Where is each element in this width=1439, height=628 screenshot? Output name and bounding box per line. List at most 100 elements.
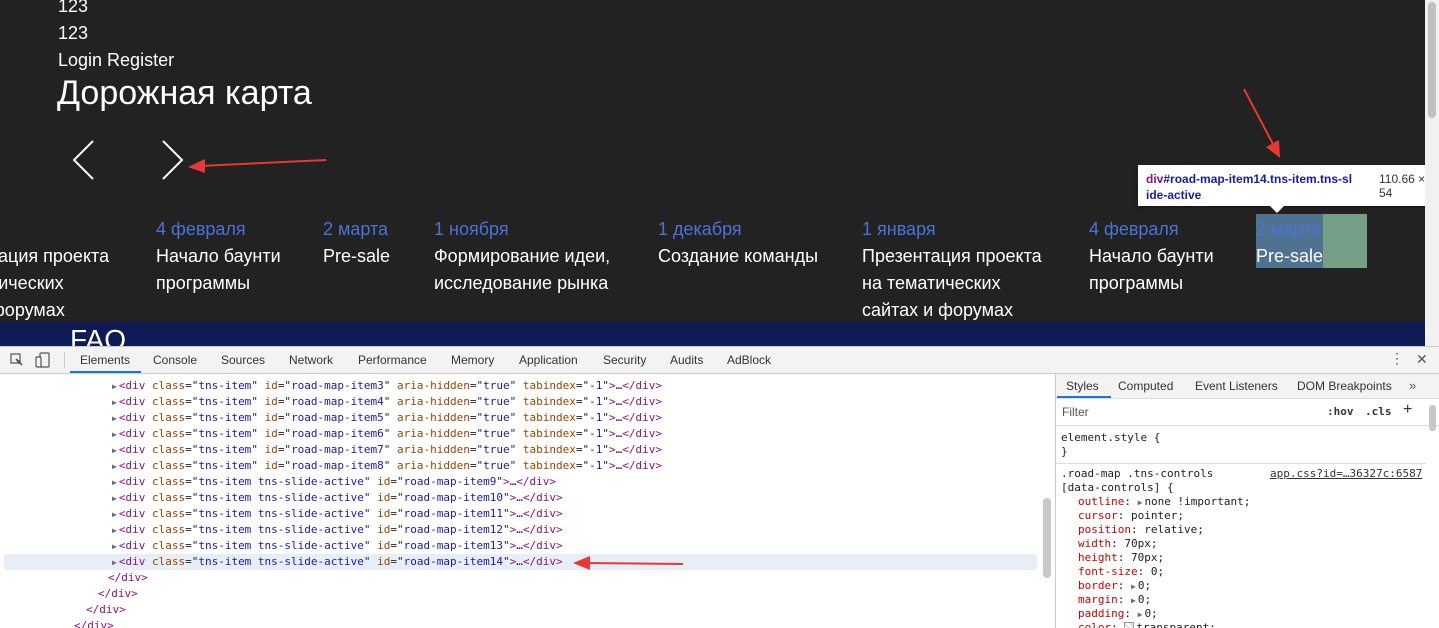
- styles-scrollbar[interactable]: [1429, 405, 1436, 431]
- expand-triangle-icon[interactable]: ▶: [112, 526, 117, 535]
- css-declaration[interactable]: width: 70px;: [1078, 537, 1158, 551]
- css-value[interactable]: none !important;: [1144, 495, 1250, 508]
- expand-triangle-icon[interactable]: ▶: [112, 542, 117, 551]
- new-rule-button[interactable]: +: [1403, 401, 1412, 419]
- elements-scrollbar[interactable]: [1043, 498, 1051, 578]
- tab-security[interactable]: Security: [603, 353, 646, 367]
- page-scrollbar[interactable]: [1425, 0, 1439, 346]
- hover-state-toggle[interactable]: :hov: [1327, 405, 1354, 418]
- expand-triangle-icon[interactable]: ▶: [112, 414, 117, 423]
- css-declaration[interactable]: outline: ▶ none !important;: [1078, 495, 1250, 510]
- dom-node-row[interactable]: ▶ <div class="tns-item tns-slide-active" …: [112, 522, 563, 538]
- css-property[interactable]: margin: [1078, 593, 1118, 606]
- dom-node-row[interactable]: ▶ <div class="tns-item tns-slide-active" …: [112, 506, 563, 522]
- closing-tag[interactable]: </div>: [108, 570, 148, 586]
- dom-node-row[interactable]: ▶ <div class="tns-item tns-slide-active" …: [112, 554, 563, 570]
- expand-triangle-icon[interactable]: ▶: [112, 478, 117, 487]
- css-declaration[interactable]: position: relative;: [1078, 523, 1204, 537]
- css-value[interactable]: pointer;: [1131, 509, 1184, 522]
- tab-adblock[interactable]: AdBlock: [727, 353, 771, 367]
- attr-value: true: [483, 443, 510, 456]
- next-slide-button[interactable]: [150, 138, 194, 182]
- tab-sources[interactable]: Sources: [221, 353, 265, 367]
- punct: ": [503, 491, 510, 504]
- css-value[interactable]: 70px;: [1131, 551, 1164, 564]
- expand-triangle-icon[interactable]: ▶: [112, 430, 117, 439]
- css-property[interactable]: font-size: [1078, 565, 1138, 578]
- css-declaration[interactable]: padding: ▶ 0;: [1078, 607, 1158, 622]
- color-swatch-icon[interactable]: [1124, 622, 1135, 628]
- css-value[interactable]: 0;: [1151, 565, 1164, 578]
- css-declaration[interactable]: height: 70px;: [1078, 551, 1164, 565]
- tab-performance[interactable]: Performance: [358, 353, 427, 367]
- dom-node-row[interactable]: ▶ <div class="tns-item" id="road-map-item…: [112, 410, 662, 426]
- auth-links[interactable]: Login Register: [58, 50, 174, 71]
- dom-node-row[interactable]: ▶ <div class="tns-item" id="road-map-item…: [112, 442, 662, 458]
- css-declaration[interactable]: border: ▶ 0;: [1078, 579, 1151, 594]
- css-property[interactable]: cursor: [1078, 509, 1118, 522]
- expand-triangle-icon[interactable]: ▶: [112, 462, 117, 471]
- slide-description: тических: [0, 273, 64, 293]
- class-toggle[interactable]: .cls: [1365, 405, 1392, 418]
- device-toolbar-icon[interactable]: [35, 352, 51, 368]
- css-value[interactable]: 70px;: [1124, 537, 1157, 550]
- rule-source-link[interactable]: app.css?id=…36327c:6587: [1270, 467, 1422, 481]
- dom-node-row[interactable]: ▶ <div class="tns-item" id="road-map-item…: [112, 394, 662, 410]
- punct: =": [390, 539, 404, 552]
- expand-triangle-icon[interactable]: ▶: [112, 398, 117, 407]
- css-property[interactable]: padding: [1078, 607, 1124, 620]
- close-icon[interactable]: ✕: [1416, 351, 1428, 368]
- attr-name: id: [377, 555, 391, 568]
- closing-tag[interactable]: </div>: [98, 586, 138, 602]
- styles-tab-event-listeners[interactable]: Event Listeners: [1195, 379, 1278, 393]
- dom-node-row[interactable]: ▶ <div class="tns-item" id="road-map-item…: [112, 426, 662, 442]
- css-value[interactable]: 0;: [1144, 607, 1157, 620]
- expand-triangle-icon[interactable]: ▶: [112, 494, 117, 503]
- attr-name: tabindex: [516, 379, 576, 392]
- css-property[interactable]: width: [1078, 537, 1111, 550]
- tab-application[interactable]: Application: [519, 353, 578, 367]
- css-property[interactable]: position: [1078, 523, 1131, 536]
- expand-triangle-icon[interactable]: ▶: [112, 382, 117, 391]
- page-scroll-thumb[interactable]: [1428, 2, 1436, 118]
- dom-node-row[interactable]: ▶ <div class="tns-item" id="road-map-item…: [112, 458, 662, 474]
- styles-tab-styles[interactable]: Styles: [1066, 379, 1099, 393]
- dom-node-row[interactable]: ▶ <div class="tns-item" id="road-map-item…: [112, 378, 662, 394]
- expand-shorthand-icon[interactable]: ▶: [1138, 498, 1143, 507]
- dom-node-row[interactable]: ▶ <div class="tns-item tns-slide-active" …: [112, 474, 556, 490]
- expand-triangle-icon[interactable]: ▶: [112, 558, 117, 567]
- styles-filter-input[interactable]: [1060, 402, 1314, 422]
- expand-shorthand-icon[interactable]: ▶: [1131, 582, 1136, 591]
- tag-end: </div>: [522, 539, 563, 552]
- tab-memory[interactable]: Memory: [451, 353, 494, 367]
- tab-audits[interactable]: Audits: [670, 353, 703, 367]
- expand-shorthand-icon[interactable]: ▶: [1131, 596, 1136, 605]
- devtools-panel: Elements Console Sources Network Performance…: [0, 346, 1439, 628]
- tab-elements[interactable]: Elements: [80, 353, 130, 367]
- expand-triangle-icon[interactable]: ▶: [112, 446, 117, 455]
- css-property[interactable]: outline: [1078, 495, 1124, 508]
- inspect-element-icon[interactable]: [10, 353, 24, 367]
- css-property[interactable]: border: [1078, 579, 1118, 592]
- tab-console[interactable]: Console: [153, 353, 197, 367]
- attr-name: tabindex: [516, 395, 576, 408]
- css-property[interactable]: height: [1078, 551, 1118, 564]
- styles-tab-computed[interactable]: Computed: [1118, 379, 1173, 393]
- styles-tab-dom-breakpoints[interactable]: DOM Breakpoints: [1297, 379, 1392, 393]
- css-value[interactable]: 0;: [1138, 579, 1151, 592]
- css-value[interactable]: relative;: [1144, 523, 1204, 536]
- web-page-viewport: 123 123 Login Register Дорожная карта ят…: [0, 0, 1425, 346]
- more-options-icon[interactable]: ⋮: [1390, 350, 1404, 367]
- prev-slide-button[interactable]: [64, 138, 108, 182]
- tab-network[interactable]: Network: [289, 353, 333, 367]
- dom-node-row[interactable]: ▶ <div class="tns-item tns-slide-active" …: [112, 538, 563, 554]
- css-declaration[interactable]: cursor: pointer;: [1078, 509, 1184, 523]
- css-value[interactable]: 0;: [1138, 593, 1151, 606]
- dom-node-row[interactable]: ▶ <div class="tns-item tns-slide-active" …: [112, 490, 563, 506]
- more-tabs-icon[interactable]: »: [1409, 378, 1416, 393]
- closing-tag[interactable]: </div>: [86, 602, 126, 618]
- expand-triangle-icon[interactable]: ▶: [112, 510, 117, 519]
- css-declaration[interactable]: font-size: 0;: [1078, 565, 1164, 579]
- css-declaration[interactable]: margin: ▶ 0;: [1078, 593, 1151, 608]
- expand-shorthand-icon[interactable]: ▶: [1138, 610, 1143, 619]
